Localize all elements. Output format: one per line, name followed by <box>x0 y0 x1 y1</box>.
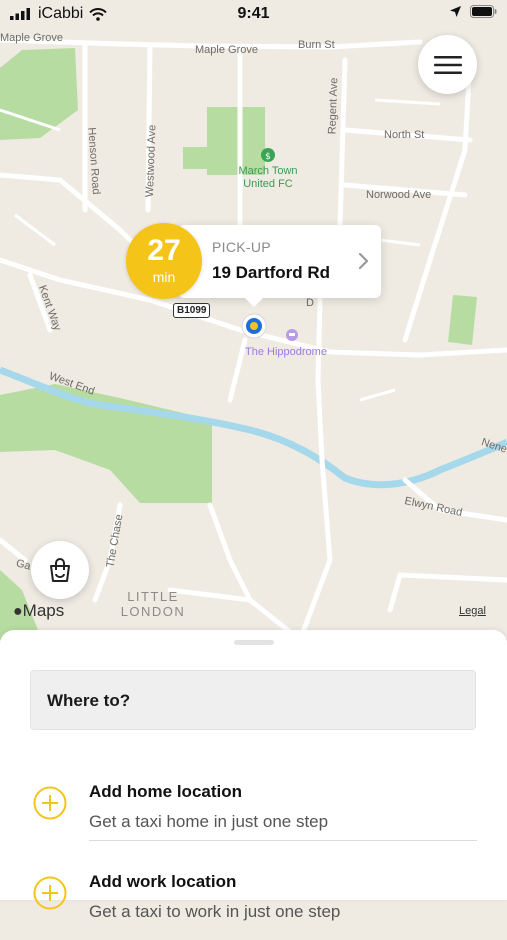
location-arrow-icon <box>450 6 461 17</box>
clock: 9:41 <box>237 5 270 22</box>
work-location-subtitle: Get a taxi to work in just one step <box>89 902 341 921</box>
add-home-location-row[interactable]: Add home location Get a taxi home in jus… <box>0 770 507 850</box>
place-label-football-ground: March Town United FC <box>238 165 298 190</box>
eta-badge: 27 min <box>126 223 202 299</box>
work-location-title: Add work location <box>89 872 237 891</box>
sheet-grabber[interactable] <box>234 640 274 645</box>
pickup-card-pointer <box>245 298 263 307</box>
street-label-north-st: North St <box>384 129 425 141</box>
home-location-title: Add home location <box>89 782 242 801</box>
hamburger-icon <box>433 55 462 74</box>
where-to-field[interactable]: Where to? <box>30 670 476 730</box>
where-to-label: Where to? <box>47 691 131 710</box>
menu-button[interactable] <box>418 35 477 94</box>
place-label-area: LITTLE LONDON <box>120 589 186 619</box>
plus-circle-icon <box>33 786 67 820</box>
street-label-maple-grove-west: Maple Grove <box>0 32 63 44</box>
battery-icon <box>470 5 497 18</box>
street-label-westwood-ave: Westwood Ave <box>143 124 159 198</box>
plus-circle-icon <box>33 876 67 910</box>
maps-attribution: ●Maps <box>13 601 65 620</box>
bottom-sheet: Where to? Add home location Get a taxi h… <box>0 630 507 921</box>
pickup-card[interactable]: PICK-UP 19 Dartford Rd <box>178 225 381 307</box>
status-bar: iCabbi 9:41 <box>0 0 507 30</box>
svg-text:$: $ <box>265 152 271 162</box>
add-work-location-row[interactable]: Add work location Get a taxi to work in … <box>0 860 507 940</box>
map-view[interactable]: $ <box>0 0 507 640</box>
street-label-norwood-ave: Norwood Ave <box>366 189 432 201</box>
street-label-regent-ave: Regent Ave <box>326 77 341 135</box>
home-location-subtitle: Get a taxi home in just one step <box>89 812 329 831</box>
eta-value: 27 <box>147 234 181 267</box>
chevron-right-icon <box>358 252 369 270</box>
road-shield-b1099: B1099 <box>173 303 211 318</box>
street-label-burn-st: Burn St <box>298 39 335 51</box>
pickup-label: PICK-UP <box>212 239 271 255</box>
place-label-hippodrome: The Hippodrome <box>245 346 327 358</box>
legal-link[interactable]: Legal <box>459 605 486 617</box>
basket-icon <box>50 558 70 582</box>
street-label-maple-grove: Maple Grove <box>195 44 258 56</box>
street-label-d: D <box>306 297 314 309</box>
eta-unit: min <box>152 269 176 285</box>
divider <box>89 840 477 841</box>
pickup-address: 19 Dartford Rd <box>212 263 331 282</box>
basket-button[interactable] <box>31 541 89 599</box>
apple-logo-icon: ● <box>13 603 23 620</box>
